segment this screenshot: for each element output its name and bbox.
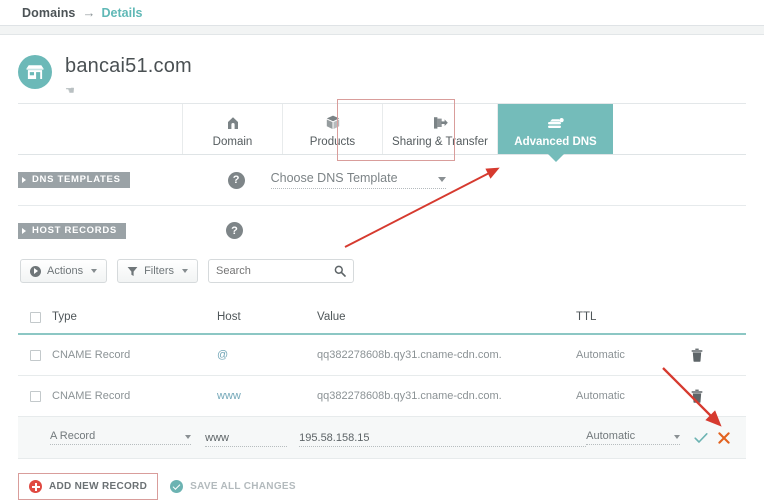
actions-button[interactable]: Actions — [20, 259, 108, 283]
chevron-down-icon — [91, 269, 98, 273]
edit-type-cell: A Record — [49, 430, 205, 445]
edit-row-actions — [694, 431, 746, 444]
record-type-value: A Record — [49, 430, 96, 442]
ttl-value: Automatic — [586, 430, 636, 442]
row-ttl: Automatic — [576, 349, 625, 361]
actions-button-label: Actions — [47, 265, 84, 277]
dns-templates-help-icon[interactable]: ? — [227, 171, 245, 189]
tab-advanced-dns[interactable]: Advanced DNS — [498, 104, 613, 162]
record-type-select[interactable]: A Record — [49, 430, 192, 445]
row-checkbox[interactable] — [29, 349, 41, 361]
tab-bar-spacer — [18, 104, 183, 154]
trash-icon[interactable] — [691, 389, 703, 403]
records-toolbar: Actions Filters — [0, 259, 764, 283]
magnifier-icon[interactable] — [334, 265, 346, 277]
value-input[interactable] — [299, 432, 587, 447]
tab-sharing-transfer[interactable]: Sharing & Transfer — [383, 104, 498, 154]
active-tab-notch — [546, 153, 565, 162]
add-new-record-label: ADD NEW RECORD — [49, 481, 148, 492]
storefront-glyph — [26, 65, 44, 79]
x-icon[interactable] — [718, 431, 730, 444]
row-checkbox[interactable] — [29, 390, 41, 402]
breadcrumb-details[interactable]: Details — [102, 6, 143, 20]
row-select-cell — [18, 390, 52, 402]
row-host: www — [217, 390, 241, 402]
chevron-down-icon — [182, 269, 189, 273]
tab-advanced-dns-label: Advanced DNS — [514, 135, 597, 148]
section-divider — [18, 205, 746, 206]
row-select-cell — [18, 349, 52, 361]
search-input[interactable] — [216, 265, 327, 277]
box-icon — [326, 111, 340, 130]
host-records-table: Type Host Value TTL CNAME Record @ qq382… — [18, 301, 746, 459]
tab-products-label: Products — [309, 135, 356, 148]
plus-circle-icon — [29, 480, 42, 493]
column-header-type: Type — [52, 311, 77, 323]
save-all-changes-button[interactable]: SAVE ALL CHANGES — [158, 474, 308, 499]
server-icon — [547, 111, 564, 130]
chevron-down-icon — [437, 177, 446, 182]
page-title: bancai51.com — [65, 55, 192, 77]
tab-domain[interactable]: Domain — [183, 104, 283, 154]
dns-template-select-value: Choose DNS Template — [270, 171, 398, 185]
breadcrumb-domains[interactable]: Domains — [22, 6, 76, 20]
domain-flag-icon: ☚ — [65, 85, 75, 97]
host-input[interactable] — [205, 432, 288, 447]
header-divider — [0, 26, 764, 35]
row-value: qq382278608b.qy31.cname-cdn.com. — [317, 390, 502, 402]
row-ttl: Automatic — [576, 390, 625, 402]
table-row: CNAME Record www qq382278608b.qy31.cname… — [18, 376, 746, 417]
filters-button[interactable]: Filters — [117, 259, 199, 283]
breadcrumb: Domains → Details — [0, 0, 764, 26]
row-actions — [691, 389, 746, 403]
dns-template-select[interactable]: Choose DNS Template — [270, 171, 446, 189]
row-type: CNAME Record — [52, 349, 131, 361]
host-records-ribbon: HOST RECORDS — [18, 222, 126, 239]
host-records-section: HOST RECORDS ? — [0, 222, 764, 239]
share-arrow-icon — [432, 111, 448, 130]
tab-domain-label: Domain — [212, 135, 253, 148]
tab-sharing-transfer-label: Sharing & Transfer — [392, 135, 488, 148]
column-header-ttl: TTL — [576, 311, 597, 323]
tab-products[interactable]: Products — [283, 104, 383, 154]
column-header-host: Host — [217, 311, 241, 323]
tab-bar-filler — [613, 104, 746, 154]
row-host: @ — [217, 349, 229, 361]
filters-button-label: Filters — [144, 265, 175, 277]
chevron-down-icon — [674, 435, 681, 439]
row-type: CNAME Record — [52, 390, 131, 402]
row-value: qq382278608b.qy31.cname-cdn.com. — [317, 349, 502, 361]
column-header-value: Value — [317, 311, 346, 323]
storefront-icon — [18, 55, 52, 89]
chevron-down-icon — [185, 435, 192, 439]
save-all-changes-label: SAVE ALL CHANGES — [190, 481, 296, 492]
host-records-help-icon[interactable]: ? — [225, 222, 243, 239]
table-row-edit: A Record Automatic — [18, 417, 746, 459]
breadcrumb-separator-icon: → — [82, 5, 96, 20]
edit-host-cell — [205, 428, 299, 447]
home-icon — [226, 111, 240, 130]
play-circle-icon — [30, 265, 41, 277]
row-actions — [691, 348, 746, 362]
trash-icon[interactable] — [691, 348, 703, 362]
domain-header: bancai51.com ☚ — [0, 35, 764, 97]
tab-bar: Domain Products Sharing & Transfer Advan… — [18, 99, 746, 162]
records-footer: ADD NEW RECORD SAVE ALL CHANGES — [18, 473, 746, 500]
search-box[interactable] — [208, 259, 355, 283]
table-row: CNAME Record @ qq382278608b.qy31.cname-c… — [18, 335, 746, 376]
edit-value-cell — [299, 428, 587, 447]
dns-templates-ribbon: DNS TEMPLATES — [18, 172, 130, 188]
select-all-cell — [18, 311, 52, 323]
add-new-record-button[interactable]: ADD NEW RECORD — [18, 473, 159, 500]
table-header-row: Type Host Value TTL — [18, 301, 746, 335]
select-all-checkbox[interactable] — [29, 311, 41, 323]
ttl-select[interactable]: Automatic — [586, 430, 681, 445]
domain-title-wrap: bancai51.com ☚ — [65, 51, 192, 97]
edit-ttl-cell: Automatic — [586, 430, 694, 445]
app-root: Domains → Details bancai51.com ☚ Domain … — [0, 0, 764, 500]
dns-templates-section: DNS TEMPLATES ? Choose DNS Template — [0, 171, 764, 189]
check-icon[interactable] — [694, 432, 708, 444]
funnel-icon — [127, 266, 138, 276]
check-circle-icon — [170, 480, 184, 493]
